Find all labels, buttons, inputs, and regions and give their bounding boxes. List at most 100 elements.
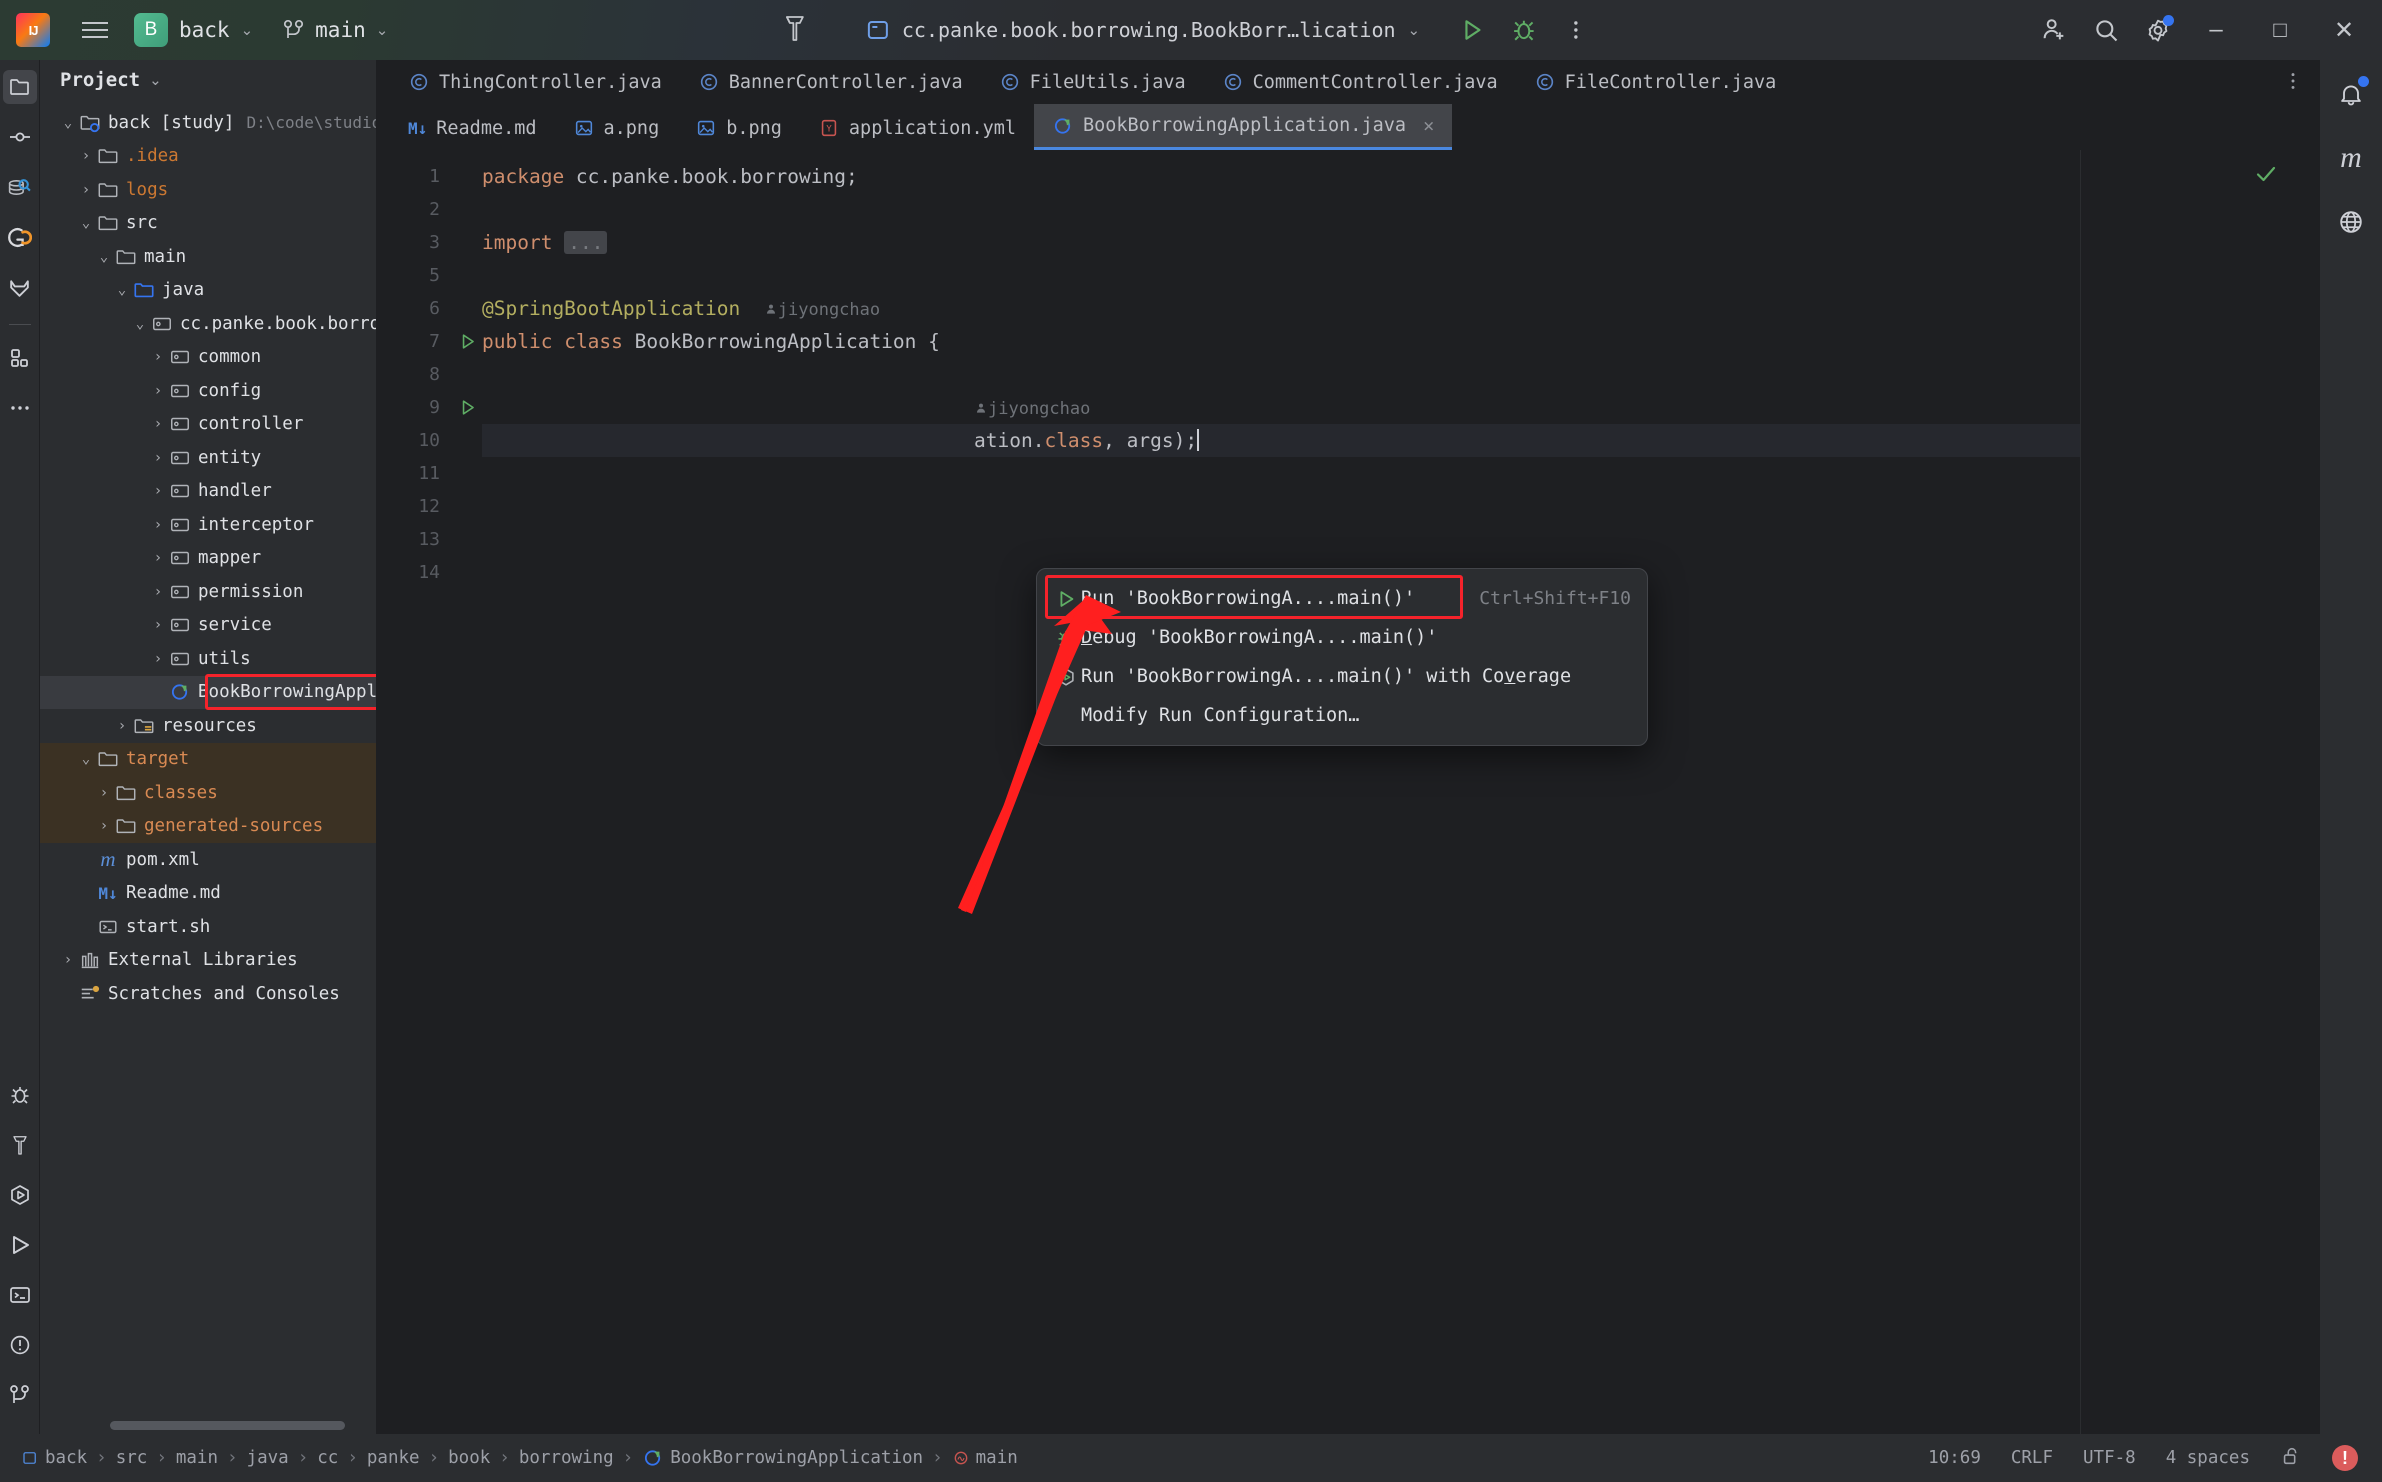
- tree-item-selected[interactable]: BookBorrowingApplication: [40, 675, 376, 709]
- project-tree[interactable]: ⌄ back [study] D:\code\studio\book-bor › .id…: [40, 100, 376, 1434]
- breadcrumb-item[interactable]: java: [240, 1448, 296, 1468]
- expand-arrow-icon[interactable]: ›: [94, 785, 114, 801]
- tree-item[interactable]: › mapper: [40, 542, 376, 576]
- expand-arrow-icon[interactable]: ›: [76, 182, 96, 198]
- expand-arrow-icon[interactable]: ›: [148, 550, 168, 566]
- gutter-run-icon-line7[interactable]: [452, 325, 482, 358]
- run-context-menu[interactable]: Run 'BookBorrowingA....main()' Ctrl+Shift…: [1036, 568, 1648, 746]
- tree-item[interactable]: › resources: [40, 709, 376, 743]
- expand-arrow-icon[interactable]: ⌄: [94, 249, 114, 265]
- gutter-run-icon-line9[interactable]: [452, 391, 482, 424]
- editor-tab[interactable]: ThingController.java: [390, 60, 680, 104]
- breadcrumb[interactable]: back › src › main › java › cc › panke › book › borrowi…: [14, 1447, 1025, 1469]
- tree-item[interactable]: › generated-sources: [40, 809, 376, 843]
- editor-tab[interactable]: FileUtils.java: [981, 60, 1204, 104]
- editor-tab[interactable]: b.png: [677, 106, 800, 150]
- expand-arrow-icon[interactable]: ⌄: [130, 316, 150, 332]
- main-menu-hamburger-icon[interactable]: [78, 13, 112, 47]
- editor-tab[interactable]: a.png: [555, 106, 678, 150]
- chevron-down-icon[interactable]: ⌄: [149, 71, 162, 89]
- tree-item[interactable]: › interceptor: [40, 508, 376, 542]
- expand-arrow-icon[interactable]: ›: [94, 818, 114, 834]
- breadcrumb-item[interactable]: src: [109, 1448, 155, 1468]
- tree-item[interactable]: ⌄ src: [40, 207, 376, 241]
- breadcrumb-item[interactable]: back: [14, 1447, 94, 1469]
- tree-item[interactable]: › permission: [40, 575, 376, 609]
- more-actions-button[interactable]: [1550, 7, 1602, 53]
- editor-tab[interactable]: FileController.java: [1516, 60, 1795, 104]
- search-icon[interactable]: [2080, 7, 2132, 53]
- tree-item[interactable]: start.sh: [40, 910, 376, 944]
- expand-arrow-icon[interactable]: ⌄: [112, 282, 132, 298]
- context-menu-item[interactable]: Run 'BookBorrowingA....main()' with Cove…: [1037, 657, 1647, 696]
- tool-window-commit[interactable]: [3, 120, 37, 154]
- tool-window-database[interactable]: [3, 170, 37, 204]
- inspection-ok-icon[interactable]: [2254, 162, 2278, 191]
- tree-item[interactable]: › handler: [40, 475, 376, 509]
- build-hammer-icon[interactable]: [780, 12, 810, 49]
- file-encoding[interactable]: UTF-8: [2083, 1448, 2136, 1468]
- editor-tab[interactable]: Yapplication.yml: [800, 106, 1034, 150]
- vcs-branch-selector[interactable]: main ⌄: [283, 18, 388, 42]
- expand-arrow-icon[interactable]: ›: [148, 483, 168, 499]
- close-button[interactable]: ✕: [2312, 0, 2376, 60]
- editor-tab[interactable]: BookBorrowingApplication.java ×: [1034, 104, 1453, 150]
- line-separator[interactable]: CRLF: [2011, 1448, 2053, 1468]
- tool-window-build[interactable]: [3, 1128, 37, 1162]
- close-tab-icon[interactable]: ×: [1423, 115, 1434, 137]
- expand-arrow-icon[interactable]: ›: [148, 651, 168, 667]
- project-panel-header[interactable]: Project ⌄: [40, 60, 376, 100]
- breadcrumb-item[interactable]: main: [169, 1448, 225, 1468]
- code-editor[interactable]: 1 2 3 5 6 7 8 9 10 11 12 13 14 package cc.panke.book…: [376, 150, 2320, 1434]
- expand-arrow-icon[interactable]: ›: [148, 349, 168, 365]
- editor-tab[interactable]: CommentController.java: [1204, 60, 1516, 104]
- settings-gear-icon[interactable]: [2132, 7, 2184, 53]
- caret-position[interactable]: 10:69: [1928, 1448, 1981, 1468]
- tool-window-services[interactable]: [3, 1178, 37, 1212]
- tree-item[interactable]: ⌄ main: [40, 240, 376, 274]
- expand-arrow-icon[interactable]: ›: [58, 952, 78, 968]
- tree-item[interactable]: M↓ Readme.md: [40, 877, 376, 911]
- folded-imports[interactable]: ...: [564, 231, 608, 254]
- expand-arrow-icon[interactable]: ›: [148, 383, 168, 399]
- breadcrumb-item[interactable]: book: [441, 1448, 497, 1468]
- tree-item[interactable]: › External Libraries: [40, 944, 376, 978]
- maven-tool-icon[interactable]: m: [2331, 138, 2371, 178]
- status-error-badge[interactable]: !: [2332, 1445, 2358, 1471]
- debug-button[interactable]: [1498, 7, 1550, 53]
- tree-item[interactable]: ⌄ java: [40, 274, 376, 308]
- tree-item[interactable]: › classes: [40, 776, 376, 810]
- editor-tabs-more-icon[interactable]: [2282, 70, 2304, 97]
- tree-item[interactable]: m pom.xml: [40, 843, 376, 877]
- tree-item[interactable]: › .idea: [40, 140, 376, 174]
- expand-arrow-icon[interactable]: ⌄: [76, 215, 96, 231]
- unlocked-icon[interactable]: [2280, 1445, 2302, 1472]
- expand-arrow-icon[interactable]: ›: [148, 416, 168, 432]
- expand-arrow-icon[interactable]: ›: [148, 517, 168, 533]
- breadcrumb-item[interactable]: cc: [310, 1448, 345, 1468]
- tree-item[interactable]: › entity: [40, 441, 376, 475]
- context-menu-item[interactable]: Run 'BookBorrowingA....main()' Ctrl+Shift…: [1037, 579, 1647, 618]
- expand-arrow-icon[interactable]: ›: [148, 617, 168, 633]
- tree-item[interactable]: › utils: [40, 642, 376, 676]
- tool-window-terminal[interactable]: [3, 1278, 37, 1312]
- web-browser-icon[interactable]: [2331, 202, 2371, 242]
- tree-item[interactable]: › config: [40, 374, 376, 408]
- tree-item[interactable]: › controller: [40, 408, 376, 442]
- tree-item[interactable]: ⌄ target: [40, 742, 376, 776]
- tool-window-gitee[interactable]: [3, 220, 37, 254]
- tree-item[interactable]: ⌄ back [study] D:\code\studio\book-bor: [40, 106, 376, 140]
- breadcrumb-item[interactable]: main: [945, 1447, 1025, 1469]
- project-selector[interactable]: B back ⌄: [134, 13, 253, 47]
- editor-tabs-row-2[interactable]: M↓ Readme.md a.png b.png Yapplication.yml Boo…: [376, 104, 2320, 150]
- run-button[interactable]: [1446, 7, 1498, 53]
- notifications-bell-icon[interactable]: [2331, 74, 2371, 114]
- expand-arrow-icon[interactable]: ⌄: [76, 751, 96, 767]
- tree-item[interactable]: ⌄ cc.panke.book.borrowing: [40, 307, 376, 341]
- tool-window-structure[interactable]: [3, 341, 37, 375]
- maximize-button[interactable]: □: [2248, 0, 2312, 60]
- tree-item[interactable]: › service: [40, 609, 376, 643]
- tree-item[interactable]: › logs: [40, 173, 376, 207]
- editor-tab[interactable]: M↓ Readme.md: [390, 106, 555, 150]
- project-horizontal-scrollbar[interactable]: [110, 1421, 345, 1430]
